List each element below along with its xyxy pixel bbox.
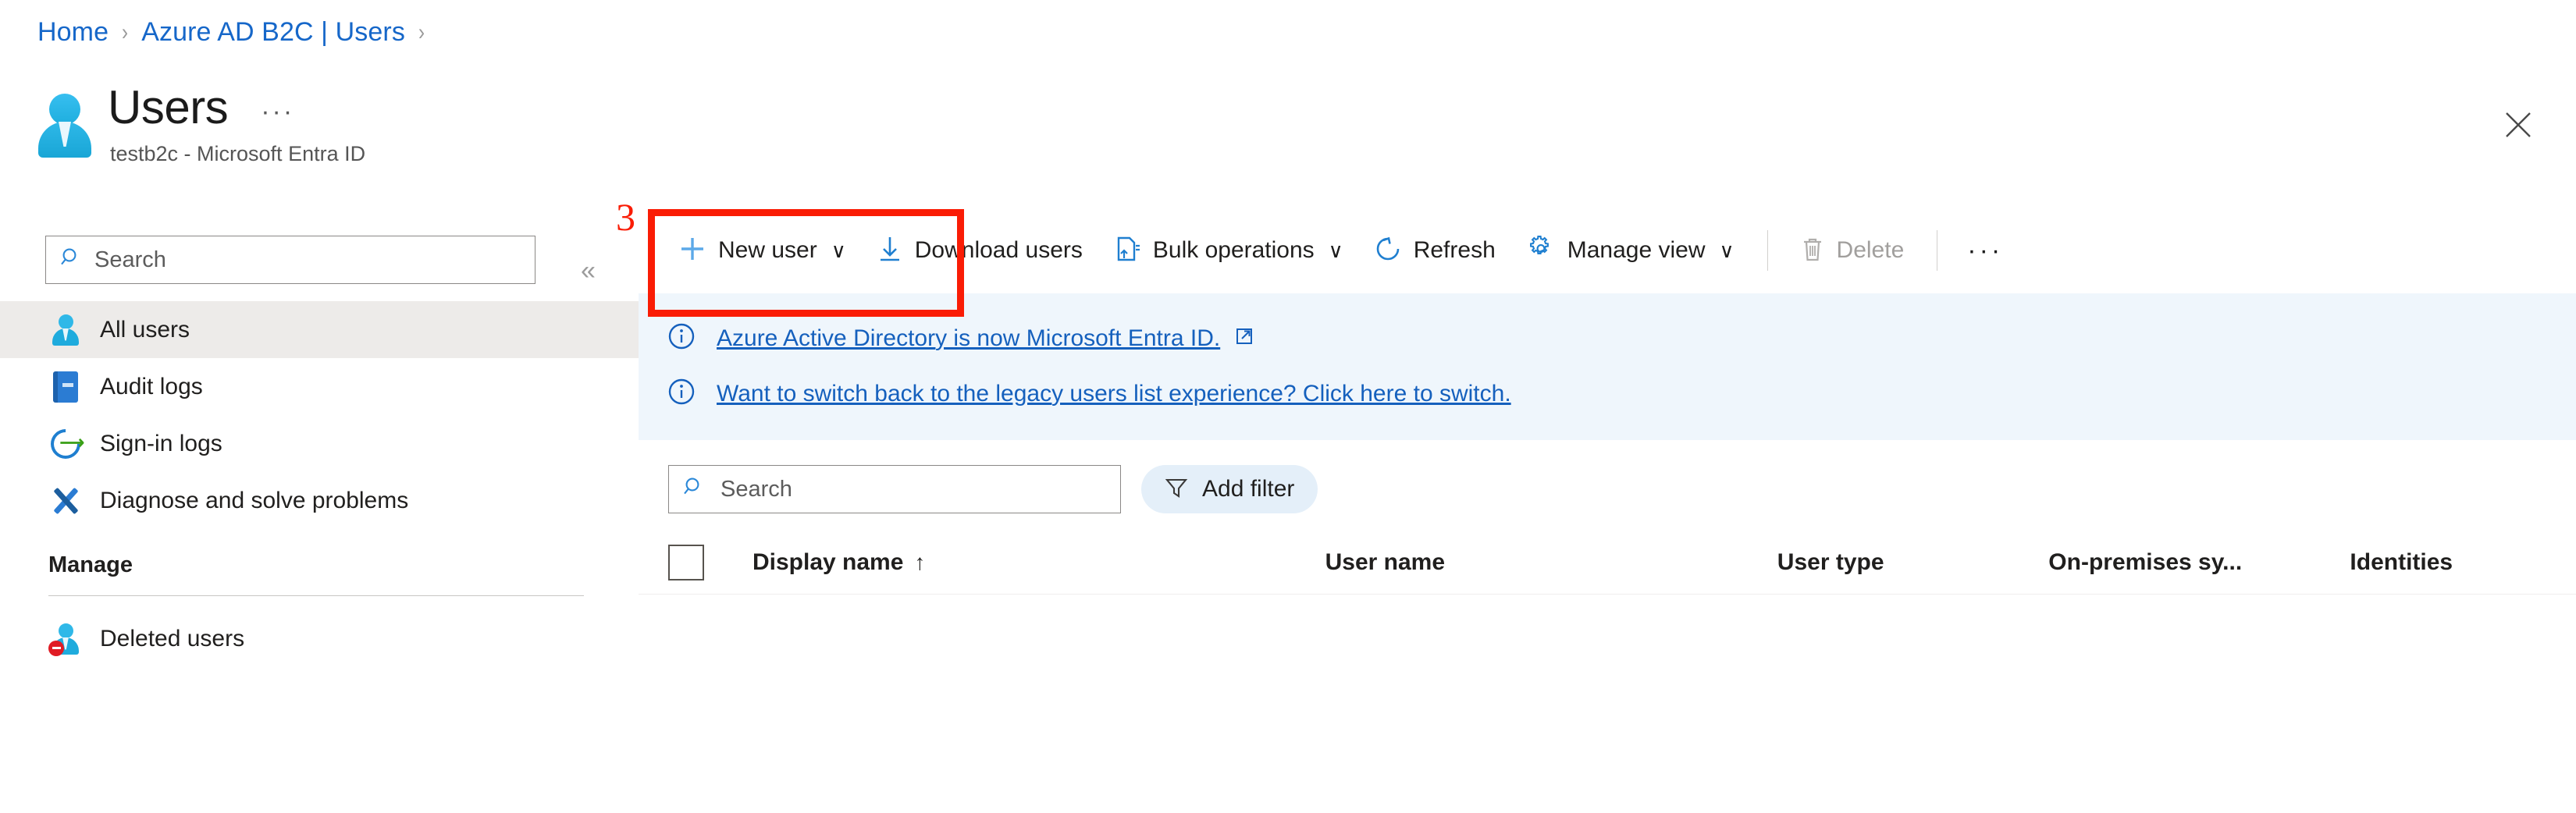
sidebar: Search « All users Audit logs ⟶ Sign-in … [0, 226, 639, 813]
plus-icon [679, 236, 706, 266]
sidebar-search-input[interactable]: Search [45, 236, 535, 284]
download-users-button[interactable]: Download users [862, 222, 1098, 279]
blade-header: Users ··· testb2c - Microsoft Entra ID [36, 84, 365, 166]
external-link-icon [1234, 326, 1254, 350]
main-content: 3 New user ∨ Download users Bulk operati… [616, 195, 2576, 813]
tools-icon [48, 484, 83, 518]
banner-legacy-switch-link[interactable]: Want to switch back to the legacy users … [717, 381, 1511, 407]
filter-bar: Search Add filter [639, 440, 2576, 531]
person-icon [48, 313, 83, 347]
add-filter-button[interactable]: Add filter [1141, 465, 1318, 513]
sidebar-item-label: Audit logs [100, 373, 203, 399]
banner-entra-id-link[interactable]: Azure Active Directory is now Microsoft … [717, 325, 1220, 352]
close-blade-button[interactable] [2496, 103, 2540, 147]
toolbar-separator [1767, 230, 1768, 271]
banner-entra-id: Azure Active Directory is now Microsoft … [639, 311, 2576, 366]
table-search-input[interactable]: Search [668, 465, 1121, 513]
info-icon [667, 321, 696, 355]
sidebar-nav-list: All users Audit logs ⟶ Sign-in logs Diag… [0, 301, 639, 667]
chevron-down-icon: ∨ [1328, 238, 1343, 262]
new-user-label: New user [718, 237, 817, 263]
column-header-display-name[interactable]: Display name ↑ [753, 549, 1325, 576]
book-icon [48, 370, 83, 404]
column-header-label: User name [1325, 549, 1446, 575]
select-all-checkbox[interactable] [668, 544, 704, 580]
new-user-button[interactable]: New user ∨ [664, 222, 862, 279]
column-header-user-type[interactable]: User type [1777, 549, 2049, 576]
bulk-operations-button[interactable]: Bulk operations ∨ [1098, 222, 1359, 279]
sidebar-item-all-users[interactable]: All users [0, 301, 639, 358]
refresh-label: Refresh [1413, 237, 1496, 263]
toolbar-more-icon[interactable]: ··· [1955, 236, 2016, 266]
sidebar-item-label: All users [100, 316, 190, 343]
gear-icon [1527, 235, 1555, 267]
download-icon [877, 236, 902, 266]
sidebar-divider [48, 595, 584, 596]
refresh-button[interactable]: Refresh [1359, 222, 1511, 279]
sort-ascending-icon: ↑ [914, 549, 926, 574]
search-icon [683, 476, 706, 503]
column-header-identities[interactable]: Identities [2350, 549, 2576, 576]
column-header-label: User type [1777, 549, 1884, 575]
table-search-placeholder: Search [720, 476, 792, 502]
manage-view-label: Manage view [1567, 237, 1706, 263]
filter-icon [1165, 476, 1188, 503]
bulk-operations-icon [1114, 235, 1140, 267]
download-users-label: Download users [914, 237, 1083, 263]
sidebar-group-title-manage: Manage [48, 552, 133, 577]
sidebar-item-deleted-users[interactable]: Deleted users [0, 610, 639, 667]
info-banner-group: Azure Active Directory is now Microsoft … [639, 293, 2576, 440]
column-header-label: Identities [2350, 549, 2453, 575]
refresh-icon [1375, 236, 1401, 266]
sidebar-item-diagnose-and-solve-problems[interactable]: Diagnose and solve problems [0, 472, 639, 529]
chevron-down-icon: ∨ [831, 238, 846, 262]
column-header-on-premises-sync[interactable]: On-premises sy... [2048, 549, 2350, 576]
page-subtitle: testb2c - Microsoft Entra ID [110, 142, 366, 165]
breadcrumb-item-home[interactable]: Home [37, 17, 109, 48]
table-header-row: Display name ↑ User name User type On-pr… [639, 531, 2576, 595]
breadcrumb-item-azure-ad-b2c-users[interactable]: Azure AD B2C | Users [141, 17, 405, 48]
command-toolbar: 3 New user ∨ Download users Bulk operati… [616, 195, 2576, 317]
person-deleted-icon [48, 622, 83, 656]
trash-icon [1801, 236, 1824, 266]
column-header-user-name[interactable]: User name [1325, 549, 1777, 576]
sidebar-item-label: Sign-in logs [100, 430, 222, 456]
page-title: Users [108, 81, 229, 133]
add-filter-label: Add filter [1202, 476, 1295, 502]
bulk-operations-label: Bulk operations [1152, 237, 1315, 263]
sidebar-item-audit-logs[interactable]: Audit logs [0, 358, 639, 415]
breadcrumb-separator-icon-2: › [418, 19, 425, 45]
sidebar-search-placeholder: Search [94, 247, 166, 272]
search-icon [60, 247, 84, 274]
sidebar-item-label: Diagnose and solve problems [100, 487, 409, 513]
breadcrumb: Home › Azure AD B2C | Users › [37, 17, 438, 48]
column-header-label: Display name [753, 549, 904, 575]
delete-button[interactable]: Delete [1785, 222, 1920, 279]
info-icon [667, 377, 696, 410]
chevron-down-icon: ∨ [1719, 238, 1735, 262]
sidebar-item-sign-in-logs[interactable]: ⟶ Sign-in logs [0, 415, 639, 472]
page-context-menu-icon[interactable]: ··· [261, 97, 294, 127]
sidebar-collapse-icon[interactable]: « [581, 256, 596, 286]
user-avatar-icon [36, 92, 94, 158]
sign-in-icon: ⟶ [44, 422, 87, 465]
breadcrumb-separator-icon: › [122, 19, 129, 45]
banner-legacy-switch: Want to switch back to the legacy users … [639, 366, 2576, 421]
close-icon [2504, 111, 2532, 139]
azure-portal-users-blade: Home › Azure AD B2C | Users › Users ··· … [0, 0, 2576, 813]
sidebar-item-label: Deleted users [100, 625, 245, 651]
delete-label: Delete [1836, 237, 1905, 263]
column-header-label: On-premises sy... [2048, 549, 2243, 575]
manage-view-button[interactable]: Manage view ∨ [1511, 222, 1750, 279]
